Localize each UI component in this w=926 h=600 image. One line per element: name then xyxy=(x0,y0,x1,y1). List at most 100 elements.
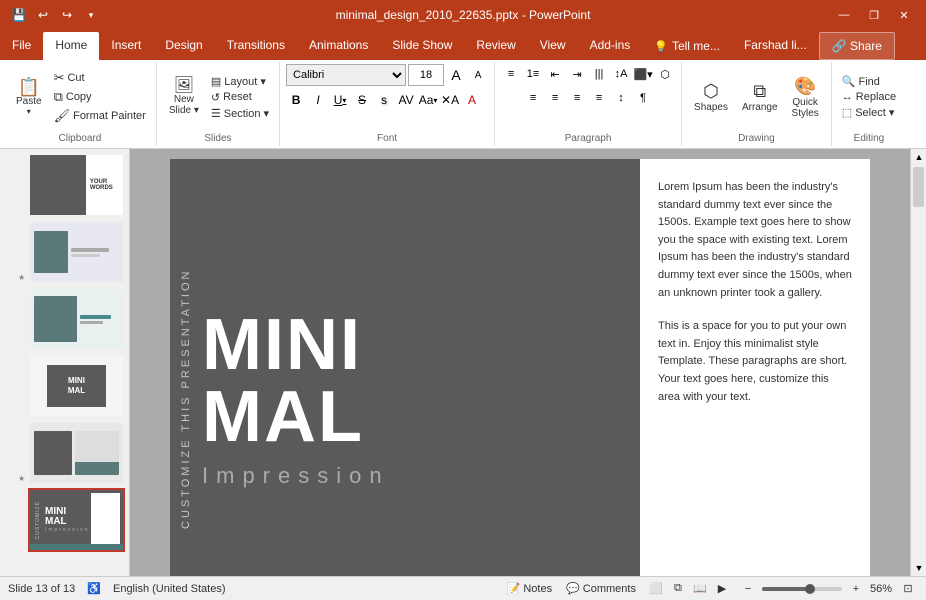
minimize-button[interactable]: — xyxy=(830,5,858,25)
close-button[interactable]: ✕ xyxy=(890,5,918,25)
ribbon-group-drawing: ⬡ Shapes ⧉ Arrange 🎨 Quick Styles Drawin… xyxy=(682,62,832,146)
ribbon-group-paragraph: ≡ 1≡ ⇤ ⇥ ||| ↕A ⬛▾ ⬡ ≡ ≡ ≡ ≡ ↕ ¶ xyxy=(495,62,682,146)
columns-button[interactable]: ||| xyxy=(589,64,609,84)
font-decrease-button[interactable]: A xyxy=(468,65,488,85)
drawing-group-label: Drawing xyxy=(682,133,831,144)
tab-view[interactable]: View xyxy=(528,32,578,60)
align-center-button[interactable]: ≡ xyxy=(545,88,565,108)
paste-icon: 📋 xyxy=(18,78,40,96)
zoom-in-button[interactable]: + xyxy=(846,580,866,598)
comments-button[interactable]: 💬 Comments xyxy=(562,580,640,597)
decrease-indent-button[interactable]: ⇤ xyxy=(545,64,565,84)
tab-insert[interactable]: Insert xyxy=(99,32,153,60)
text-shadow-button[interactable]: s xyxy=(374,90,394,110)
ribbon-content: 📋 Paste ▾ ✂ Cut ⧉ Copy 🖌 Format Painter … xyxy=(0,60,926,148)
normal-view-button[interactable]: ⬜ xyxy=(646,580,666,598)
line-spacing-button[interactable]: ↕ xyxy=(611,88,631,108)
cut-icon: ✂ xyxy=(54,70,65,86)
layout-button[interactable]: ▤ Layout ▾ xyxy=(207,74,273,89)
copy-button[interactable]: ⧉ Copy xyxy=(50,88,150,106)
font-increase-button[interactable]: A xyxy=(446,65,466,85)
change-case-button[interactable]: Aa ▾ xyxy=(418,90,438,110)
shapes-button[interactable]: ⬡ Shapes xyxy=(688,67,734,127)
scroll-up-button[interactable]: ▲ xyxy=(911,149,926,165)
comments-icon: 💬 xyxy=(566,582,580,595)
presenter-view-button[interactable]: ▶ xyxy=(712,580,732,598)
zoom-level: 56% xyxy=(870,583,892,595)
tab-share[interactable]: 🔗 Share xyxy=(819,32,895,60)
tab-file[interactable]: File xyxy=(0,32,43,60)
arrange-icon: ⧉ xyxy=(753,81,766,102)
customize-qat-button[interactable]: ▾ xyxy=(80,4,102,26)
slide-sorter-button[interactable]: ⧉ xyxy=(668,580,688,598)
undo-qat-button[interactable]: ↩ xyxy=(32,4,54,26)
align-text-button[interactable]: ⬛▾ xyxy=(633,64,653,84)
replace-button[interactable]: ↔ Replace xyxy=(838,90,900,104)
font-size-input[interactable] xyxy=(408,64,444,86)
slide-left-section: CUSTOMIZE THIS PRESENTATION MINI MAL Imp… xyxy=(170,159,640,576)
tab-home[interactable]: Home xyxy=(43,32,99,60)
reading-view-button[interactable]: 📖 xyxy=(690,580,710,598)
slide-thumbnail-10[interactable] xyxy=(28,287,125,351)
char-spacing-button[interactable]: AV xyxy=(396,90,416,110)
tab-tellme[interactable]: 💡 Tell me... xyxy=(642,32,732,60)
font-family-select[interactable]: Calibri xyxy=(286,64,406,86)
reset-button[interactable]: ↺ Reset xyxy=(207,90,273,105)
ribbon-tab-bar: File Home Insert Design Transitions Anim… xyxy=(0,30,926,60)
tab-account[interactable]: Farshad li... xyxy=(732,32,819,60)
quick-access-toolbar: 💾 ↩ ↪ ▾ xyxy=(8,4,102,26)
restore-button[interactable]: ❐ xyxy=(860,5,888,25)
underline-button[interactable]: U ▾ xyxy=(330,90,350,110)
paste-button[interactable]: 📋 Paste ▾ xyxy=(10,67,48,127)
new-slide-button[interactable]: 🖼 New Slide ▾ xyxy=(163,67,205,127)
smartart-button[interactable]: ⬡ xyxy=(655,64,675,84)
section-button[interactable]: ☰ Section ▾ xyxy=(207,106,273,121)
ribbon-group-font: Calibri A A B I U ▾ S s AV Aa ▾ ✕A A Fo xyxy=(280,62,495,146)
window-controls: — ❐ ✕ xyxy=(830,5,918,25)
notes-button[interactable]: 📝 Notes xyxy=(503,580,556,597)
notes-icon: 📝 xyxy=(507,582,521,595)
strikethrough-button[interactable]: S xyxy=(352,90,372,110)
align-left-button[interactable]: ≡ xyxy=(523,88,543,108)
slide-thumbnail-13[interactable]: CUSTOMIZE MINI MAL Impression xyxy=(28,488,125,552)
arrange-button[interactable]: ⧉ Arrange xyxy=(736,67,784,127)
para-spacing-button[interactable]: ¶ xyxy=(633,88,653,108)
accessibility-icon: ♿ xyxy=(87,582,101,595)
text-direction-button[interactable]: ↕A xyxy=(611,64,631,84)
tab-design[interactable]: Design xyxy=(153,32,214,60)
scroll-down-button[interactable]: ▼ xyxy=(911,560,926,576)
quick-styles-button[interactable]: 🎨 Quick Styles xyxy=(786,67,825,127)
clear-formatting-button[interactable]: ✕A xyxy=(440,90,460,110)
tab-addins[interactable]: Add-ins xyxy=(578,32,643,60)
tab-slideshow[interactable]: Slide Show xyxy=(380,32,464,60)
slide-thumbnail-12[interactable] xyxy=(28,421,125,485)
numbering-button[interactable]: 1≡ xyxy=(523,64,543,84)
zoom-thumb[interactable] xyxy=(805,584,815,594)
save-qat-button[interactable]: 💾 xyxy=(8,4,30,26)
justify-button[interactable]: ≡ xyxy=(589,88,609,108)
format-painter-button[interactable]: 🖌 Format Painter xyxy=(50,107,150,125)
select-button[interactable]: ⬚ Select ▾ xyxy=(838,105,900,120)
align-right-button[interactable]: ≡ xyxy=(567,88,587,108)
find-icon: 🔍 xyxy=(842,75,856,88)
redo-qat-button[interactable]: ↪ xyxy=(56,4,78,26)
bold-button[interactable]: B xyxy=(286,90,306,110)
find-button[interactable]: 🔍 Find xyxy=(838,74,900,89)
cut-button[interactable]: ✂ Cut xyxy=(50,69,150,87)
slide-main-content[interactable]: CUSTOMIZE THIS PRESENTATION MINI MAL Imp… xyxy=(170,159,870,576)
tab-review[interactable]: Review xyxy=(464,32,527,60)
slide-thumbnail-11[interactable]: MINIMAL xyxy=(28,354,125,418)
clipboard-group-label: Clipboard xyxy=(4,133,156,144)
slide-thumbnail-9[interactable] xyxy=(28,220,125,284)
bullets-button[interactable]: ≡ xyxy=(501,64,521,84)
tab-transitions[interactable]: Transitions xyxy=(215,32,297,60)
tab-animations[interactable]: Animations xyxy=(297,32,380,60)
italic-button[interactable]: I xyxy=(308,90,328,110)
slide-thumbnail-8[interactable]: YOUR WORDS xyxy=(28,153,125,217)
font-color-button[interactable]: A xyxy=(462,90,482,110)
scroll-thumb[interactable] xyxy=(913,167,924,207)
zoom-out-button[interactable]: − xyxy=(738,580,758,598)
view-mode-icons: ⬜ ⧉ 📖 ▶ xyxy=(646,580,732,598)
fit-slide-button[interactable]: ⊡ xyxy=(898,580,918,598)
increase-indent-button[interactable]: ⇥ xyxy=(567,64,587,84)
